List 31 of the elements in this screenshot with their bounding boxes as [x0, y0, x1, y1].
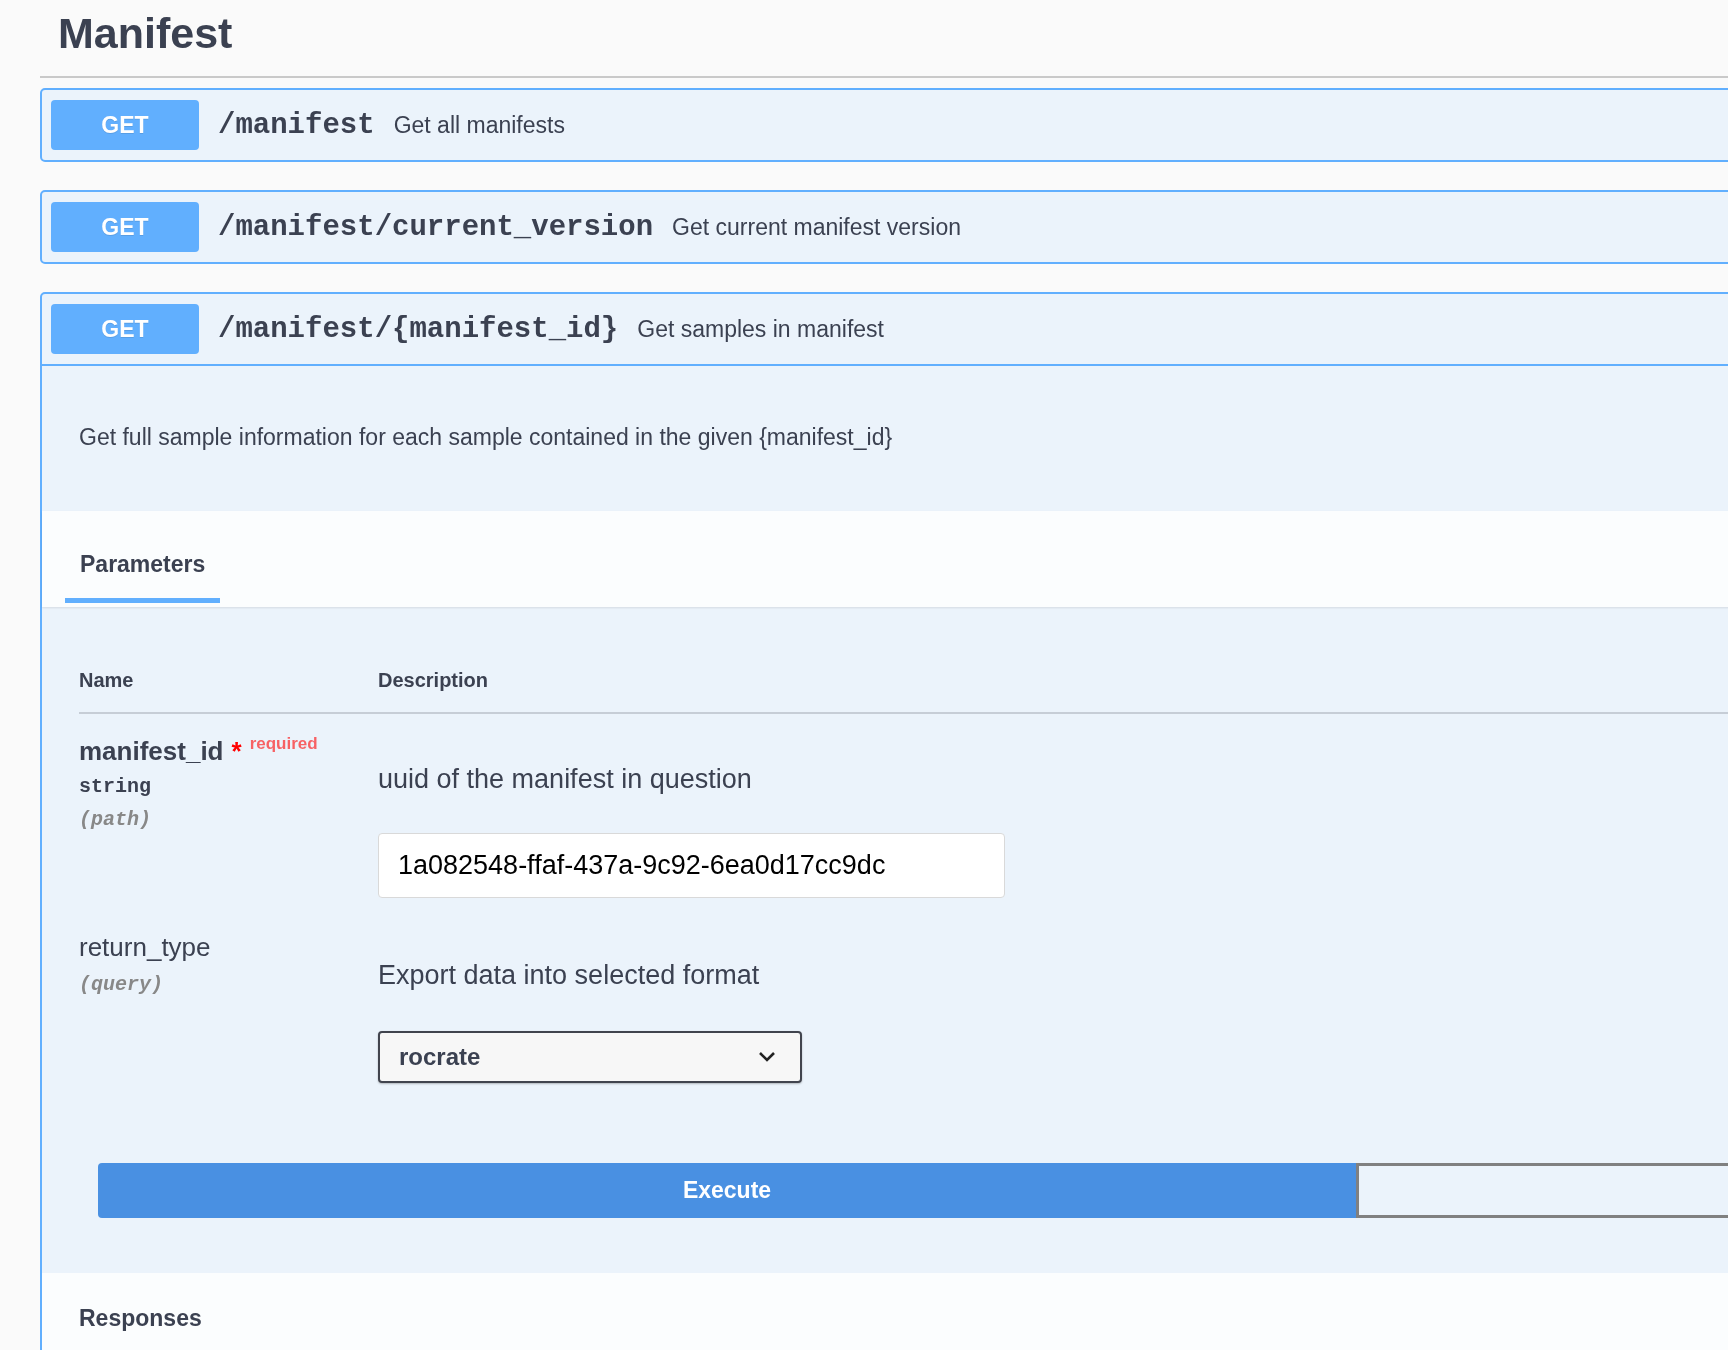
required-mark: * [231, 736, 242, 767]
column-header: Description [378, 669, 489, 692]
column-header: Name [79, 669, 135, 692]
parameter-description: Export data into selected format [378, 960, 761, 991]
operation-description: Get full sample information for each sample contained in the given {manifest_id} [78, 423, 894, 452]
parameter-name: return_type [79, 932, 211, 963]
select-dropdown[interactable]: rocrate [378, 1031, 802, 1083]
parameter-name: manifest_id [79, 736, 224, 767]
endpoint-summary: Get current manifest version [672, 213, 961, 241]
input-field[interactable]: 1a082548-ffaf-437a-9c92-6ea0d17cc9dc [378, 833, 1005, 898]
parameter-type: string [79, 775, 152, 798]
parameter-location: (query) [79, 973, 164, 996]
parameter-description: uuid of the manifest in question [378, 764, 753, 795]
endpoint-summary: Get samples in manifest [637, 315, 884, 343]
responses-heading: Responses [79, 1305, 202, 1331]
secondary-button[interactable] [1356, 1163, 1728, 1218]
parameters-tab[interactable]: Parameters [65, 551, 221, 603]
method-label: GET [51, 100, 199, 150]
chevron-down-icon [758, 1051, 776, 1063]
operation-header[interactable]: GET /manifest Get all manifests [42, 90, 1728, 160]
section-title: Manifest [40, 0, 1728, 78]
endpoint-summary: Get all manifests [393, 111, 565, 139]
endpoint-path: /manifest/{manifest_id} [218, 312, 619, 346]
parameter-location: (path) [79, 808, 152, 831]
operation-header[interactable]: GET /manifest/current_version Get current manifest version [42, 192, 1728, 262]
method-label: GET [51, 202, 199, 252]
method-label: GET [51, 304, 199, 354]
endpoint-path: /manifest [218, 108, 375, 142]
required-label: required [249, 734, 318, 754]
endpoint-path: /manifest/current_version [218, 210, 654, 244]
operation-header[interactable]: GET /manifest/{manifest_id} Get samples in manifest [42, 294, 1728, 364]
